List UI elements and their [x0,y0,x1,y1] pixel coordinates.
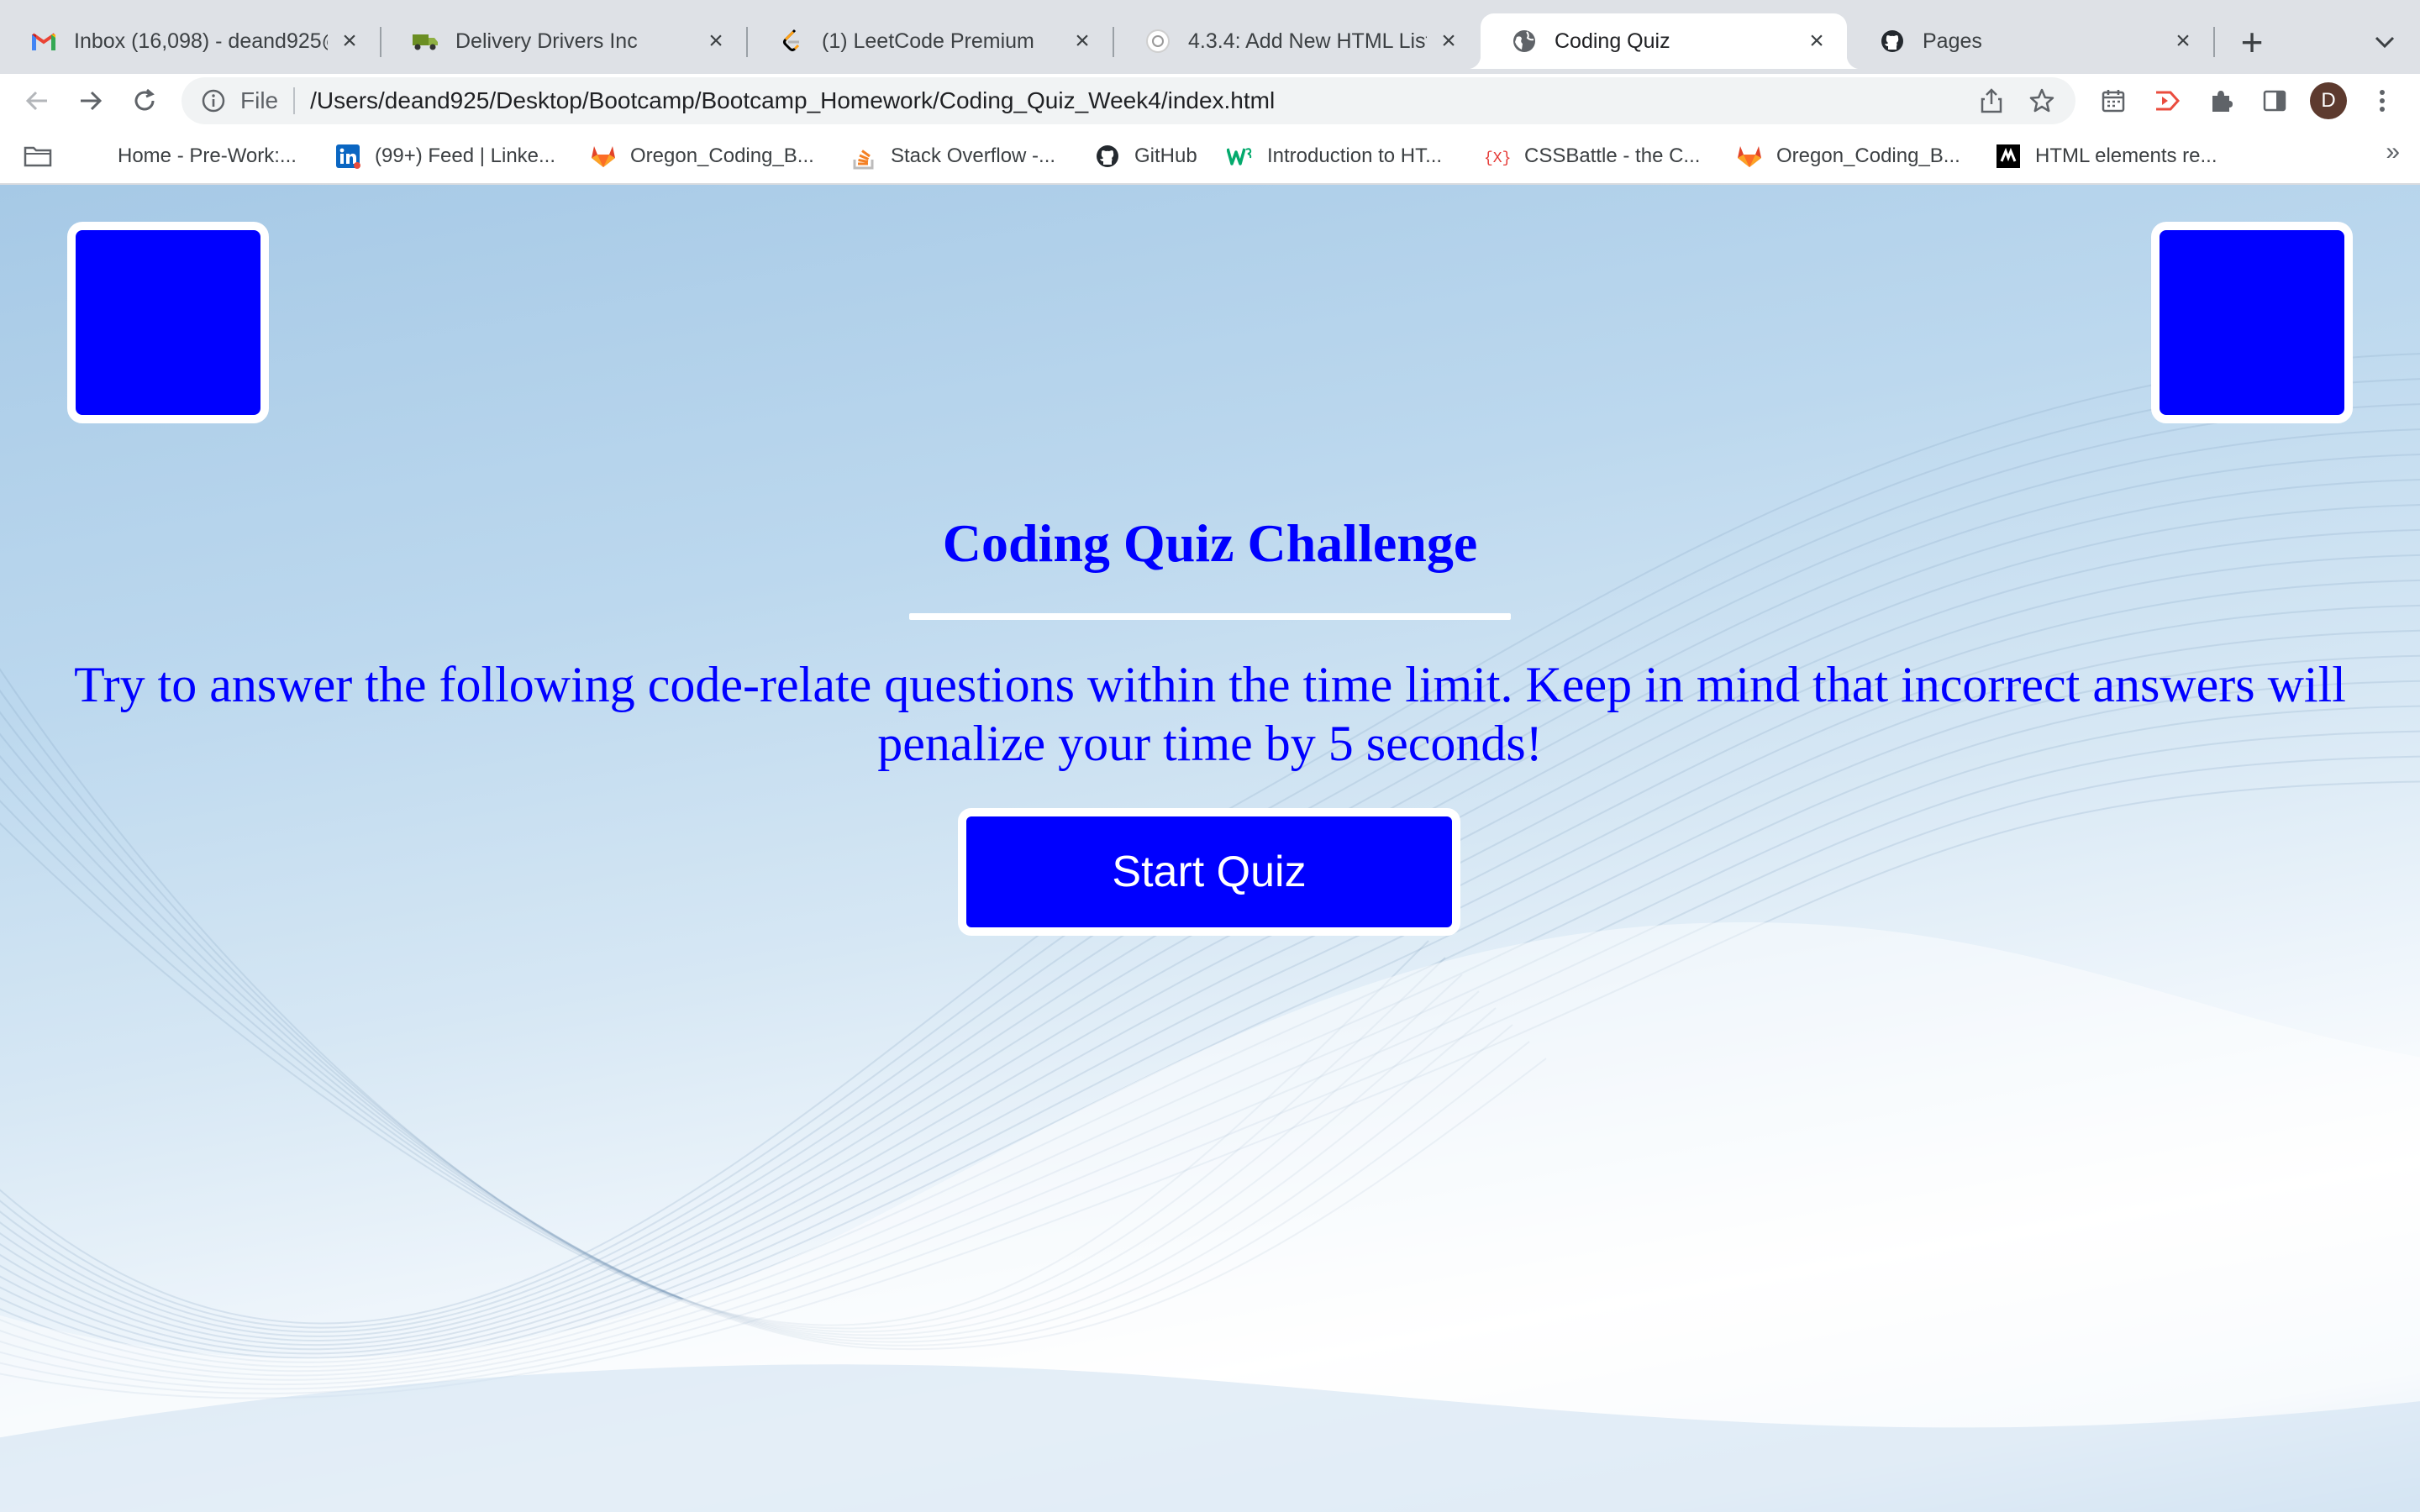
gitlab-icon [1736,143,1763,170]
intro-text: Try to answer the following code-relate … [74,657,2346,771]
share-icon[interactable] [1975,84,2008,118]
tab-title: 4.3.4: Add New HTML Lists [1188,29,1427,53]
tab-delivery-drivers[interactable]: Delivery Drivers Inc × [381,13,746,69]
bookmark-label: GitHub [1134,144,1197,167]
tab-gmail[interactable]: Inbox (16,098) - deand925@ × [0,13,380,69]
tab-pages[interactable]: Pages × [1849,13,2213,69]
quiz-page: Coding Quiz Challenge Try to answer the … [0,185,2420,1512]
linkedin-icon [334,143,361,170]
cssbattle-icon: {X} [1484,143,1511,170]
svg-text:{X}: {X} [1484,150,1511,166]
forward-button[interactable] [71,81,111,121]
tab-title: Coding Quiz [1555,29,1670,53]
w3schools-icon [1227,143,1254,170]
close-tab-icon[interactable]: × [1069,27,1096,55]
stackoverflow-icon [850,143,877,170]
bookmark-item[interactable]: Stack Overflow -... [850,136,1055,176]
close-tab-icon[interactable]: × [2170,27,2196,55]
gmail-icon [30,28,57,55]
bookmark-label: Oregon_Coding_B... [630,144,814,167]
bookmark-item[interactable]: {X} CSSBattle - the C... [1484,136,1700,176]
leetcode-icon [778,28,805,55]
mdn-icon [1995,143,2022,170]
bookmark-label: HTML elements re... [2035,144,2217,167]
avatar: D [2310,82,2347,119]
tab-coding-quiz[interactable]: Coding Quiz × [1467,13,1860,69]
bookmark-item[interactable]: HTML elements re... [1995,136,2217,176]
bookmark-item[interactable]: Oregon_Coding_B... [1736,136,1960,176]
close-tab-icon[interactable]: × [1435,27,1462,55]
circle-page-icon [1144,28,1171,55]
right-corner-box [2151,222,2353,423]
title-divider [909,613,1511,620]
close-tab-icon[interactable]: × [1803,27,1830,55]
bookmark-item[interactable]: (99+) Feed | Linke... [334,136,555,176]
start-quiz-button[interactable]: Start Quiz [958,808,1460,936]
bookmark-item[interactable]: GitHub [1094,136,1197,176]
more-menu-icon[interactable] [2361,81,2403,121]
address-divider [293,87,296,114]
bookmark-label: (99+) Feed | Linke... [375,144,556,167]
left-corner-box [67,222,269,423]
tab-strip: Inbox (16,098) - deand925@ × Delivery Dr… [0,0,2420,74]
tab-title: (1) LeetCode Premium [822,29,1034,53]
tab-title: Pages [1923,29,1982,53]
back-button[interactable] [17,81,57,121]
bookmark-label: Introduction to HT... [1267,144,1443,167]
bookmark-label: CSSBattle - the C... [1524,144,1701,167]
bookmark-label: Stack Overflow -... [891,144,1056,167]
page-title: Coding Quiz Challenge [942,513,1478,573]
address-bar[interactable]: File /Users/deand925/Desktop/Bootcamp/Bo… [182,77,2075,124]
bookmark-star-icon[interactable] [2025,84,2059,118]
close-tab-icon[interactable]: × [336,27,363,55]
truck-icon [412,28,439,55]
globe-icon [1511,28,1538,55]
tab-title: Inbox (16,098) - deand925@ [74,29,328,53]
tab-leetcode[interactable]: (1) LeetCode Premium × [748,13,1113,69]
gitlab-icon [590,143,617,170]
bookmarks-folder-icon[interactable] [24,136,52,176]
bookmark-label: Oregon_Coding_B... [1776,144,1960,167]
url-text[interactable]: /Users/deand925/Desktop/Bootcamp/Bootcam… [310,87,1275,114]
site-info-icon[interactable] [198,86,229,116]
profile-avatar[interactable]: D [2307,81,2349,121]
tab-search-chevron-icon[interactable] [2366,24,2403,60]
tab-html-lists[interactable]: 4.3.4: Add New HTML Lists × [1114,13,1479,69]
bookmarks-bar: Home - Pre-Work:... (99+) Feed | Linke..… [0,128,2420,185]
new-tab-button[interactable]: + [2232,20,2272,64]
reload-button[interactable] [124,81,165,121]
calendar-extension-icon[interactable] [2092,81,2134,121]
browser-toolbar: File /Users/deand925/Desktop/Bootcamp/Bo… [0,74,2420,128]
scheme-label: File [240,87,279,113]
tab-title: Delivery Drivers Inc [455,29,638,53]
github-icon [1094,143,1121,170]
bookmark-label: Home - Pre-Work:... [118,144,297,167]
screencast-extension-icon[interactable] [2146,81,2188,121]
close-tab-icon[interactable]: × [702,27,729,55]
extensions-puzzle-icon[interactable] [2200,81,2242,121]
bookmark-item[interactable]: Home - Pre-Work:... [118,136,297,176]
github-icon [1879,28,1906,55]
bookmark-item[interactable]: Oregon_Coding_B... [590,136,814,176]
tab-separator [2213,27,2215,57]
side-panel-icon[interactable] [2254,81,2296,121]
bookmark-item[interactable]: Introduction to HT... [1227,136,1442,176]
bookmarks-overflow-button[interactable]: » [2386,138,2400,166]
